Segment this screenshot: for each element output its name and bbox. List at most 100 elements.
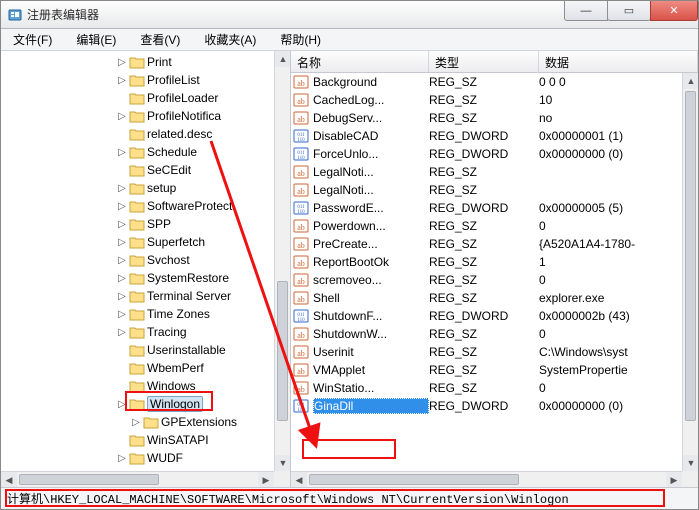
tree-item[interactable]: related.desc	[1, 125, 274, 143]
value-type: REG_SZ	[429, 273, 539, 287]
menu-file[interactable]: 文件(F)	[5, 29, 60, 50]
tree-item[interactable]: ▷Time Zones	[1, 305, 274, 323]
tree-item[interactable]: ▷ProfileNotifica	[1, 107, 274, 125]
expand-toggle-icon[interactable]: ▷	[115, 399, 129, 410]
tree-item[interactable]: ▷Schedule	[1, 143, 274, 161]
expand-toggle-icon[interactable]: ▷	[115, 183, 129, 194]
tree-horizontal-scrollbar[interactable]: ◀ ▶	[1, 471, 274, 487]
column-type[interactable]: 类型	[429, 51, 539, 72]
value-row[interactable]: abLegalNoti...REG_SZ	[291, 181, 682, 199]
tree-item[interactable]: ▷Winlogon	[1, 395, 274, 413]
tree-item[interactable]: ▷setup	[1, 179, 274, 197]
tree-item[interactable]: ▷SystemRestore	[1, 269, 274, 287]
tree-item-label: GPExtensions	[161, 415, 237, 429]
menu-edit[interactable]: 编辑(E)	[68, 29, 124, 50]
tree-item[interactable]: WbemPerf	[1, 359, 274, 377]
tree-item[interactable]: ▷SPP	[1, 215, 274, 233]
value-row[interactable]: abWinStatio...REG_SZ0	[291, 379, 682, 397]
tree-item[interactable]: ▷Tracing	[1, 323, 274, 341]
tree-item[interactable]: ▷Terminal Server	[1, 287, 274, 305]
value-type: REG_SZ	[429, 363, 539, 377]
tree-item[interactable]: ▷Print	[1, 53, 274, 71]
expand-toggle-icon[interactable]: ▷	[115, 219, 129, 230]
column-name[interactable]: 名称	[291, 51, 429, 72]
binary-value-icon: 011110	[293, 128, 309, 144]
menu-help[interactable]: 帮助(H)	[272, 29, 329, 50]
scroll-up-icon[interactable]: ▲	[275, 51, 291, 67]
scrollbar-thumb[interactable]	[309, 474, 519, 485]
value-data: explorer.exe	[539, 291, 682, 305]
expand-toggle-icon[interactable]: ▷	[115, 291, 129, 302]
tree-item[interactable]: ProfileLoader	[1, 89, 274, 107]
value-row[interactable]: abscremoveo...REG_SZ0	[291, 271, 682, 289]
maximize-button[interactable]: ▭	[607, 1, 651, 21]
expand-toggle-icon[interactable]: ▷	[115, 201, 129, 212]
expand-toggle-icon[interactable]: ▷	[115, 75, 129, 86]
scroll-down-icon[interactable]: ▼	[275, 455, 291, 471]
tree-item[interactable]: Userinstallable	[1, 341, 274, 359]
menu-view[interactable]: 查看(V)	[132, 29, 188, 50]
tree-item[interactable]: ▷WUDF	[1, 449, 274, 467]
tree-item[interactable]: ▷Superfetch	[1, 233, 274, 251]
value-row[interactable]: 011110ShutdownF...REG_DWORD0x0000002b (4…	[291, 307, 682, 325]
registry-tree[interactable]: ▷Print▷ProfileListProfileLoader▷ProfileN…	[1, 51, 274, 469]
value-row[interactable]: abCachedLog...REG_SZ10	[291, 91, 682, 109]
value-row[interactable]: 011110PasswordE...REG_DWORD0x00000005 (5…	[291, 199, 682, 217]
menu-favorites[interactable]: 收藏夹(A)	[196, 29, 264, 50]
values-horizontal-scrollbar[interactable]: ◀ ▶	[291, 471, 682, 487]
value-data: 0	[539, 327, 682, 341]
tree-item[interactable]: ▷Svchost	[1, 251, 274, 269]
tree-pane: ▷Print▷ProfileListProfileLoader▷ProfileN…	[1, 51, 291, 487]
expand-toggle-icon[interactable]: ▷	[129, 417, 143, 428]
minimize-button[interactable]: —	[564, 1, 608, 21]
scrollbar-thumb[interactable]	[277, 281, 288, 421]
scrollbar-thumb[interactable]	[19, 474, 159, 485]
tree-item-label: Windows	[147, 379, 196, 393]
value-row[interactable]: abLegalNoti...REG_SZ	[291, 163, 682, 181]
string-value-icon: ab	[293, 110, 309, 126]
scroll-left-icon[interactable]: ◀	[291, 472, 307, 487]
tree-vertical-scrollbar[interactable]: ▲ ▼	[274, 51, 290, 471]
tree-item[interactable]: WinSATAPI	[1, 431, 274, 449]
values-vertical-scrollbar[interactable]: ▲ ▼	[682, 73, 698, 471]
value-row[interactable]: abVMAppletREG_SZSystemPropertie	[291, 361, 682, 379]
expand-toggle-icon[interactable]: ▷	[115, 309, 129, 320]
scroll-up-icon[interactable]: ▲	[683, 73, 698, 89]
expand-toggle-icon[interactable]: ▷	[115, 273, 129, 284]
scroll-right-icon[interactable]: ▶	[258, 472, 274, 487]
scroll-left-icon[interactable]: ◀	[1, 472, 17, 487]
tree-item[interactable]: ▷ProfileList	[1, 71, 274, 89]
scrollbar-thumb[interactable]	[685, 91, 696, 421]
value-row[interactable]: abShutdownW...REG_SZ0	[291, 325, 682, 343]
value-name: DisableCAD	[313, 129, 429, 143]
values-list[interactable]: abBackgroundREG_SZ0 0 0abCachedLog...REG…	[291, 73, 682, 471]
value-row[interactable]: 011110ForceUnlo...REG_DWORD0x00000000 (0…	[291, 145, 682, 163]
expand-toggle-icon[interactable]: ▷	[115, 57, 129, 68]
value-data: {A520A1A4-1780-	[539, 237, 682, 251]
scroll-right-icon[interactable]: ▶	[666, 472, 682, 487]
close-button[interactable]: ✕	[650, 1, 698, 21]
value-type: REG_SZ	[429, 381, 539, 395]
value-row[interactable]: abPreCreate...REG_SZ{A520A1A4-1780-	[291, 235, 682, 253]
expand-toggle-icon[interactable]: ▷	[115, 111, 129, 122]
expand-toggle-icon[interactable]: ▷	[115, 237, 129, 248]
expand-toggle-icon[interactable]: ▷	[115, 147, 129, 158]
value-row[interactable]: 011110GinaDllREG_DWORD0x00000000 (0)	[291, 397, 682, 415]
expand-toggle-icon[interactable]: ▷	[115, 453, 129, 464]
value-row[interactable]: 011110DisableCADREG_DWORD0x00000001 (1)	[291, 127, 682, 145]
tree-item[interactable]: ▷ GPExtensions	[1, 413, 274, 431]
tree-item[interactable]: Windows	[1, 377, 274, 395]
column-data[interactable]: 数据	[539, 51, 698, 72]
value-row[interactable]: abReportBootOkREG_SZ1	[291, 253, 682, 271]
value-row[interactable]: abBackgroundREG_SZ0 0 0	[291, 73, 682, 91]
tree-item[interactable]: ▷SoftwareProtect	[1, 197, 274, 215]
folder-icon	[129, 235, 145, 249]
expand-toggle-icon[interactable]: ▷	[115, 255, 129, 266]
tree-item[interactable]: SeCEdit	[1, 161, 274, 179]
scroll-down-icon[interactable]: ▼	[683, 455, 698, 471]
value-row[interactable]: abDebugServ...REG_SZno	[291, 109, 682, 127]
value-row[interactable]: abShellREG_SZexplorer.exe	[291, 289, 682, 307]
value-row[interactable]: abPowerdown...REG_SZ0	[291, 217, 682, 235]
expand-toggle-icon[interactable]: ▷	[115, 327, 129, 338]
value-row[interactable]: abUserinitREG_SZC:\Windows\syst	[291, 343, 682, 361]
